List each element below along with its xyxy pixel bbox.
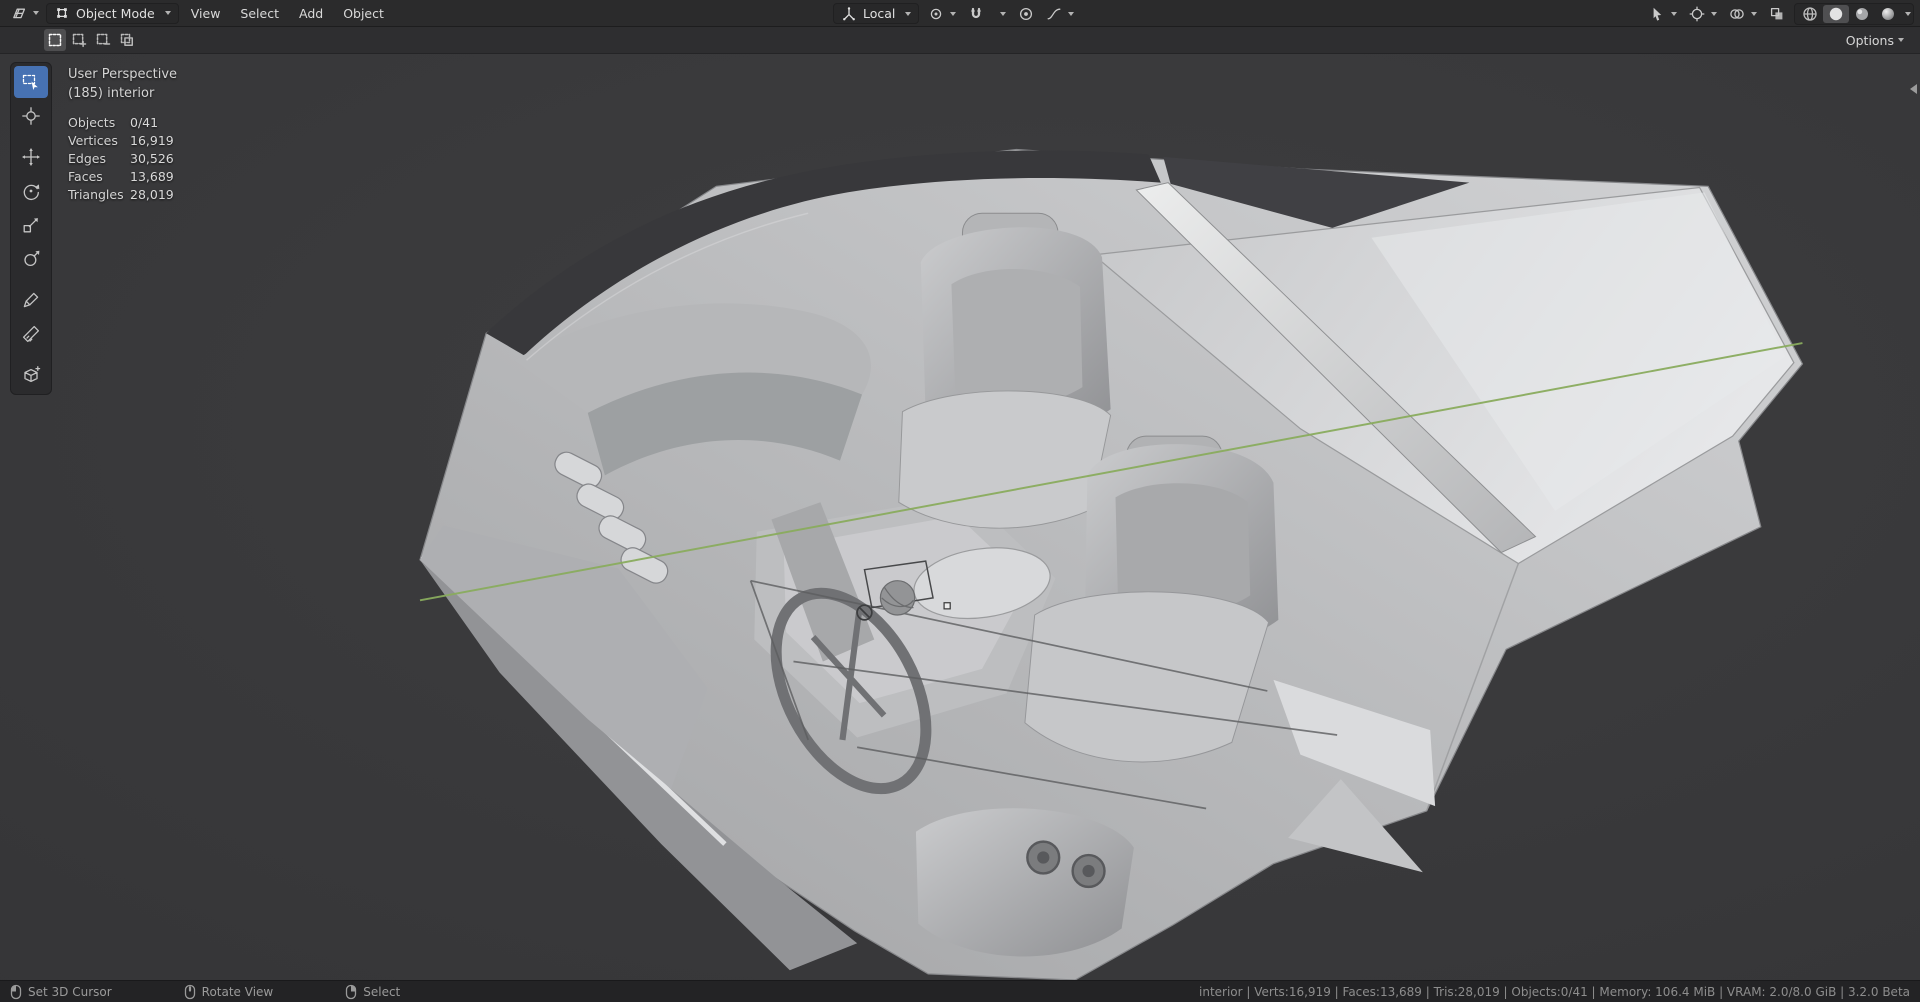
material-sphere-icon [1856, 7, 1868, 20]
select-mode-subtract-button[interactable] [92, 29, 114, 51]
select-extend-icon [72, 33, 87, 48]
xray-icon [1770, 7, 1783, 19]
tool-annotate[interactable] [14, 284, 48, 316]
viewport-header: Object Mode View Select Add Object Local [0, 0, 1920, 27]
show-gizmo-dropdown[interactable] [1686, 3, 1720, 24]
mode-selector-dropdown[interactable]: Object Mode [46, 2, 179, 24]
select-mode-extend-button[interactable] [68, 29, 90, 51]
viewport-editor-icon [13, 8, 26, 19]
blender-window: { "app": {"name": "Blender - 3D Viewport… [0, 0, 1920, 1002]
transform-icon [24, 250, 40, 267]
solid-sphere-icon [1829, 7, 1843, 20]
xray-toggle[interactable] [1766, 3, 1788, 24]
chevron-down-icon [1711, 11, 1717, 16]
menu-object[interactable]: Object [335, 4, 392, 23]
wireframe-sphere-icon [1803, 6, 1817, 21]
magnet-icon [971, 7, 982, 18]
select-mode-group [44, 29, 138, 51]
tool-settings-bar: Options [0, 27, 1920, 54]
proportional-falloff-dropdown[interactable] [1043, 3, 1077, 24]
scale-icon [23, 218, 38, 233]
editor-type-button[interactable] [8, 3, 42, 24]
object-mode-icon [57, 8, 67, 18]
menu-add[interactable]: Add [291, 4, 331, 23]
viewport-3d[interactable]: User Perspective (185) interior Objects … [0, 54, 1920, 980]
proportional-editing-toggle[interactable] [1015, 3, 1037, 24]
gizmo-icon [1689, 6, 1705, 21]
chevron-down-icon [950, 11, 957, 16]
viewport-scene[interactable] [0, 54, 1920, 980]
orientation-label: Local [863, 6, 896, 21]
add-cube-icon [24, 366, 41, 383]
keymap-hint-rotate-view: Rotate View [184, 984, 273, 1000]
move-icon [22, 148, 40, 166]
tool-scale[interactable] [14, 209, 48, 241]
annotate-pen-icon [23, 292, 39, 308]
toolbar [10, 62, 52, 395]
mode-label: Object Mode [76, 5, 155, 21]
passenger-seat [898, 212, 1112, 529]
cursor-origin-dot [943, 602, 951, 610]
falloff-curve-icon [1047, 8, 1061, 19]
chevron-down-icon [164, 11, 171, 15]
chevron-down-icon [1898, 38, 1904, 42]
tool-move[interactable] [14, 141, 48, 173]
header-center-controls: Local [833, 0, 1077, 27]
chevron-down-icon [1671, 11, 1677, 16]
header-right-controls [1646, 0, 1914, 27]
rotate-icon [23, 184, 40, 201]
rendered-sphere-icon [1882, 7, 1894, 20]
left-mouse-icon [10, 984, 22, 999]
tool-rotate[interactable] [14, 175, 48, 207]
proportional-editing-icon [1020, 7, 1033, 20]
shading-rendered-button[interactable] [1875, 5, 1901, 23]
chevron-down-icon [1000, 11, 1007, 16]
shading-material-button[interactable] [1849, 5, 1875, 23]
right-mouse-icon [346, 984, 357, 999]
selectability-pointer-icon [1653, 7, 1662, 21]
select-mode-set-button[interactable] [44, 29, 66, 51]
cursor-icon [22, 107, 40, 125]
shading-mode-group [1794, 2, 1914, 25]
show-overlays-dropdown[interactable] [1726, 3, 1760, 24]
measure-ruler-icon [22, 325, 40, 343]
snap-settings-dropdown[interactable] [993, 3, 1009, 24]
scene-info-readout: interior | Verts:16,919 | Faces:13,689 |… [1199, 984, 1910, 999]
chevron-down-icon [905, 11, 912, 16]
pivot-point-dropdown[interactable] [925, 3, 959, 24]
menu-view[interactable]: View [183, 4, 229, 23]
snap-toggle[interactable] [965, 3, 987, 24]
select-box-icon [22, 74, 38, 90]
menu-select[interactable]: Select [232, 4, 287, 23]
overlays-icon [1730, 8, 1744, 19]
select-subtract-icon [96, 33, 111, 45]
chevron-down-icon [1905, 11, 1911, 16]
object-visibility-dropdown[interactable] [1646, 3, 1680, 24]
tool-measure[interactable] [14, 318, 48, 350]
orientation-axes-icon [843, 6, 855, 20]
tool-add-cube[interactable] [14, 359, 48, 391]
select-set-icon [48, 33, 62, 47]
chevron-down-icon [33, 11, 39, 15]
middle-mouse-icon [184, 984, 195, 999]
tool-cursor[interactable] [14, 100, 48, 132]
keymap-hint-select: Select [345, 984, 400, 1000]
shading-solid-button[interactable] [1823, 4, 1849, 23]
chevron-down-icon [1068, 11, 1075, 16]
tool-select-box[interactable] [14, 66, 48, 98]
keymap-hint-set-cursor: Set 3D Cursor [10, 984, 112, 1000]
pivot-point-icon [931, 8, 942, 19]
chevron-down-icon [1751, 11, 1757, 16]
region-collapse-arrow[interactable] [1910, 84, 1917, 94]
select-mode-intersect-button[interactable] [116, 29, 138, 51]
tool-transform[interactable] [14, 243, 48, 275]
options-dropdown[interactable]: Options [1840, 31, 1910, 50]
transform-orientation-dropdown[interactable]: Local [833, 3, 920, 24]
select-intersect-icon [120, 33, 133, 46]
shading-wireframe-button[interactable] [1797, 5, 1823, 23]
status-bar: Set 3D Cursor Rotate View Select interio… [0, 980, 1920, 1002]
options-label: Options [1845, 32, 1894, 48]
